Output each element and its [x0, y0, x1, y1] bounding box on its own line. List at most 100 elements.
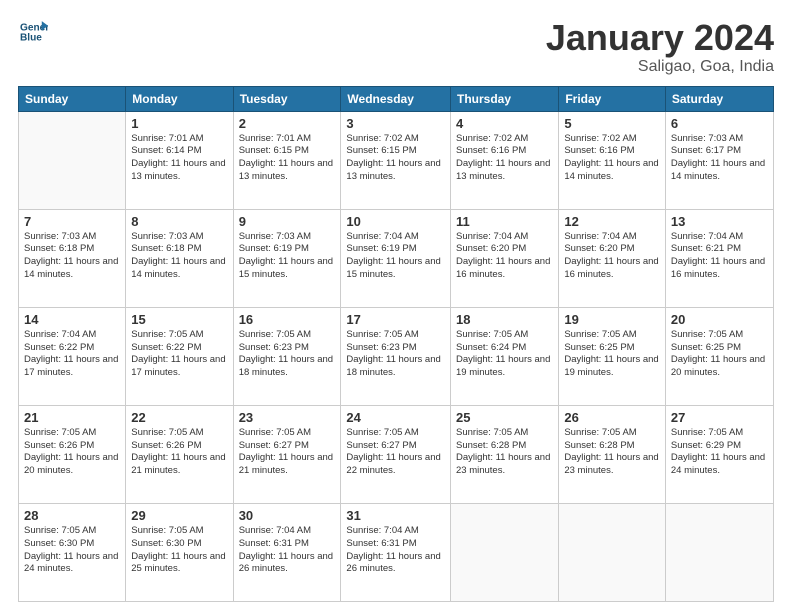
- day-info: Sunrise: 7:05 AM Sunset: 6:26 PM Dayligh…: [131, 427, 227, 478]
- calendar-cell: 5Sunrise: 7:02 AM Sunset: 6:16 PM Daylig…: [559, 111, 666, 209]
- calendar-header: Sunday Monday Tuesday Wednesday Thursday…: [19, 86, 774, 111]
- calendar-cell: 17 Sunrise: 7:05 AM Sunset: 6:23 PM Dayli…: [341, 307, 451, 405]
- day-number: 13: [671, 214, 768, 229]
- calendar-cell: 4Sunrise: 7:02 AM Sunset: 6:16 PM Daylig…: [451, 111, 559, 209]
- calendar-cell: 20 Sunrise: 7:05 AM Sunset: 6:25 PM Dayli…: [665, 307, 773, 405]
- day-info: Sunrise: 7:03 AM Sunset: 6:18 PM Dayligh…: [24, 231, 120, 282]
- calendar-cell: 18 Sunrise: 7:05 AM Sunset: 6:24 PM Dayli…: [451, 307, 559, 405]
- day-number: 18: [456, 312, 553, 327]
- month-title: January 2024: [546, 18, 774, 58]
- calendar-week-3: 14 Sunrise: 7:04 AM Sunset: 6:22 PM Dayli…: [19, 307, 774, 405]
- calendar-cell: 16 Sunrise: 7:05 AM Sunset: 6:23 PM Dayli…: [233, 307, 341, 405]
- day-info: Sunrise: 7:05 AM Sunset: 6:26 PM Dayligh…: [24, 427, 120, 478]
- day-number: 3: [346, 116, 445, 131]
- col-saturday: Saturday: [665, 86, 773, 111]
- calendar-cell: [19, 111, 126, 209]
- day-info: Sunrise: 7:03 AM Sunset: 6:18 PM Dayligh…: [131, 231, 227, 282]
- calendar-cell: 6 Sunrise: 7:03 AM Sunset: 6:17 PM Daylig…: [665, 111, 773, 209]
- day-number: 25: [456, 410, 553, 425]
- day-number: 28: [24, 508, 120, 523]
- calendar-cell: 21Sunrise: 7:05 AM Sunset: 6:26 PM Dayli…: [19, 405, 126, 503]
- day-number: 11: [456, 214, 553, 229]
- calendar-cell: 1 Sunrise: 7:01 AM Sunset: 6:14 PM Daylig…: [126, 111, 233, 209]
- day-info: Sunrise: 7:05 AM Sunset: 6:23 PM Dayligh…: [239, 329, 336, 380]
- day-number: 20: [671, 312, 768, 327]
- calendar-cell: 30Sunrise: 7:04 AM Sunset: 6:31 PM Dayli…: [233, 503, 341, 601]
- day-number: 14: [24, 312, 120, 327]
- calendar-cell: 23 Sunrise: 7:05 AM Sunset: 6:27 PM Dayli…: [233, 405, 341, 503]
- day-number: 16: [239, 312, 336, 327]
- day-info: Sunrise: 7:05 AM Sunset: 6:24 PM Dayligh…: [456, 329, 553, 380]
- day-number: 12: [564, 214, 660, 229]
- col-tuesday: Tuesday: [233, 86, 341, 111]
- header-row: Sunday Monday Tuesday Wednesday Thursday…: [19, 86, 774, 111]
- day-info: Sunrise: 7:04 AM Sunset: 6:20 PM Dayligh…: [564, 231, 660, 282]
- col-wednesday: Wednesday: [341, 86, 451, 111]
- day-info: Sunrise: 7:04 AM Sunset: 6:21 PM Dayligh…: [671, 231, 768, 282]
- calendar-body: 1 Sunrise: 7:01 AM Sunset: 6:14 PM Daylig…: [19, 111, 774, 601]
- day-info: Sunrise: 7:03 AM Sunset: 6:17 PM Dayligh…: [671, 133, 768, 184]
- calendar-cell: 25 Sunrise: 7:05 AM Sunset: 6:28 PM Dayli…: [451, 405, 559, 503]
- day-number: 29: [131, 508, 227, 523]
- day-info: Sunrise: 7:04 AM Sunset: 6:22 PM Dayligh…: [24, 329, 120, 380]
- day-number: 26: [564, 410, 660, 425]
- calendar-cell: 19 Sunrise: 7:05 AM Sunset: 6:25 PM Dayli…: [559, 307, 666, 405]
- calendar-cell: 3Sunrise: 7:02 AM Sunset: 6:15 PM Daylig…: [341, 111, 451, 209]
- calendar-cell: 9 Sunrise: 7:03 AM Sunset: 6:19 PM Daylig…: [233, 209, 341, 307]
- col-monday: Monday: [126, 86, 233, 111]
- day-info: Sunrise: 7:05 AM Sunset: 6:29 PM Dayligh…: [671, 427, 768, 478]
- day-number: 7: [24, 214, 120, 229]
- calendar-cell: 8Sunrise: 7:03 AM Sunset: 6:18 PM Daylig…: [126, 209, 233, 307]
- calendar-cell: 27 Sunrise: 7:05 AM Sunset: 6:29 PM Dayli…: [665, 405, 773, 503]
- calendar-cell: 10 Sunrise: 7:04 AM Sunset: 6:19 PM Dayli…: [341, 209, 451, 307]
- day-info: Sunrise: 7:01 AM Sunset: 6:14 PM Dayligh…: [131, 133, 227, 184]
- title-block: January 2024 Saligao, Goa, India: [546, 18, 774, 76]
- calendar-table: Sunday Monday Tuesday Wednesday Thursday…: [18, 86, 774, 602]
- day-info: Sunrise: 7:05 AM Sunset: 6:22 PM Dayligh…: [131, 329, 227, 380]
- day-number: 23: [239, 410, 336, 425]
- page: General Blue January 2024 Saligao, Goa, …: [0, 0, 792, 612]
- calendar-cell: 28 Sunrise: 7:05 AM Sunset: 6:30 PM Dayli…: [19, 503, 126, 601]
- day-info: Sunrise: 7:05 AM Sunset: 6:27 PM Dayligh…: [239, 427, 336, 478]
- day-info: Sunrise: 7:05 AM Sunset: 6:28 PM Dayligh…: [564, 427, 660, 478]
- day-number: 15: [131, 312, 227, 327]
- calendar-cell: [451, 503, 559, 601]
- day-info: Sunrise: 7:04 AM Sunset: 6:19 PM Dayligh…: [346, 231, 445, 282]
- calendar-week-5: 28 Sunrise: 7:05 AM Sunset: 6:30 PM Dayli…: [19, 503, 774, 601]
- day-number: 27: [671, 410, 768, 425]
- day-number: 10: [346, 214, 445, 229]
- day-info: Sunrise: 7:05 AM Sunset: 6:23 PM Dayligh…: [346, 329, 445, 380]
- calendar-week-1: 1 Sunrise: 7:01 AM Sunset: 6:14 PM Daylig…: [19, 111, 774, 209]
- day-info: Sunrise: 7:05 AM Sunset: 6:28 PM Dayligh…: [456, 427, 553, 478]
- calendar-cell: [559, 503, 666, 601]
- svg-text:Blue: Blue: [20, 33, 42, 44]
- day-info: Sunrise: 7:04 AM Sunset: 6:20 PM Dayligh…: [456, 231, 553, 282]
- calendar-cell: 22 Sunrise: 7:05 AM Sunset: 6:26 PM Dayli…: [126, 405, 233, 503]
- day-number: 6: [671, 116, 768, 131]
- calendar-cell: 11 Sunrise: 7:04 AM Sunset: 6:20 PM Dayli…: [451, 209, 559, 307]
- day-number: 19: [564, 312, 660, 327]
- day-info: Sunrise: 7:04 AM Sunset: 6:31 PM Dayligh…: [239, 525, 336, 576]
- calendar-cell: 2 Sunrise: 7:01 AM Sunset: 6:15 PM Daylig…: [233, 111, 341, 209]
- col-friday: Friday: [559, 86, 666, 111]
- calendar-cell: 31Sunrise: 7:04 AM Sunset: 6:31 PM Dayli…: [341, 503, 451, 601]
- day-info: Sunrise: 7:01 AM Sunset: 6:15 PM Dayligh…: [239, 133, 336, 184]
- day-number: 1: [131, 116, 227, 131]
- day-info: Sunrise: 7:02 AM Sunset: 6:16 PM Dayligh…: [456, 133, 553, 184]
- day-info: Sunrise: 7:03 AM Sunset: 6:19 PM Dayligh…: [239, 231, 336, 282]
- day-info: Sunrise: 7:05 AM Sunset: 6:25 PM Dayligh…: [671, 329, 768, 380]
- day-info: Sunrise: 7:05 AM Sunset: 6:30 PM Dayligh…: [24, 525, 120, 576]
- day-info: Sunrise: 7:05 AM Sunset: 6:25 PM Dayligh…: [564, 329, 660, 380]
- location: Saligao, Goa, India: [546, 58, 774, 76]
- day-number: 22: [131, 410, 227, 425]
- logo-icon: General Blue: [20, 18, 48, 46]
- calendar-cell: [665, 503, 773, 601]
- day-info: Sunrise: 7:05 AM Sunset: 6:30 PM Dayligh…: [131, 525, 227, 576]
- calendar-week-2: 7 Sunrise: 7:03 AM Sunset: 6:18 PM Daylig…: [19, 209, 774, 307]
- col-sunday: Sunday: [19, 86, 126, 111]
- day-number: 17: [346, 312, 445, 327]
- day-number: 9: [239, 214, 336, 229]
- day-number: 2: [239, 116, 336, 131]
- calendar-cell: 26 Sunrise: 7:05 AM Sunset: 6:28 PM Dayli…: [559, 405, 666, 503]
- day-number: 31: [346, 508, 445, 523]
